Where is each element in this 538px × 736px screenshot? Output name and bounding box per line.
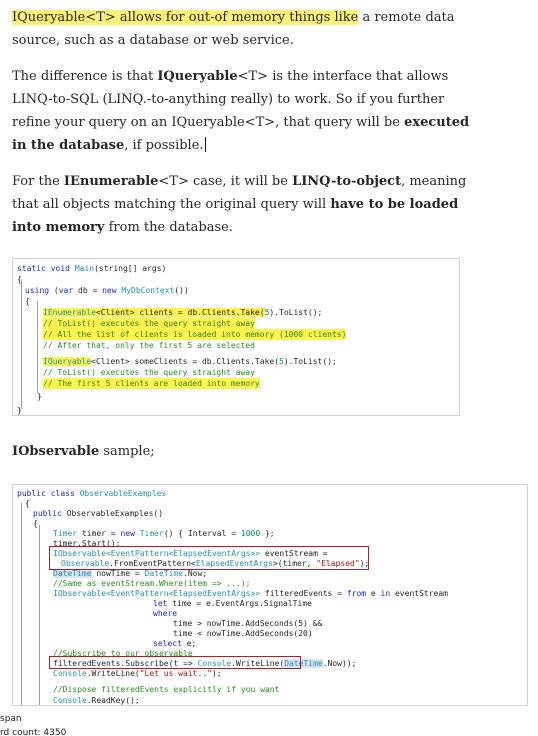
code-screenshot-iobservable: public class ObservableExamples { public… bbox=[12, 484, 528, 706]
status-line: span bbox=[0, 714, 22, 724]
paragraph-text: The difference is that bbox=[12, 69, 158, 84]
code-screenshot-ienumerable: static void Main(string[] args) { using … bbox=[12, 258, 460, 416]
paragraph-text: from the database. bbox=[104, 220, 233, 235]
code-comment: // ToList() executes the query straight … bbox=[43, 318, 255, 329]
code-line: } bbox=[37, 392, 42, 401]
bold-text: LINQ-to-object bbox=[292, 174, 402, 189]
text-cursor bbox=[204, 137, 206, 152]
code-comment: //Dispose filteredEvents explicitly if y… bbox=[53, 685, 280, 694]
answer-body: IQueryable<T> allows for out-of memory t… bbox=[12, 6, 482, 252]
code-line: { bbox=[33, 519, 38, 528]
code-line: } bbox=[17, 406, 22, 415]
code-line: { bbox=[17, 275, 22, 284]
code-comment: // After that, only the first 5 are sele… bbox=[43, 341, 255, 350]
paragraph-text: sample; bbox=[99, 444, 155, 459]
code-comment: // All the list of clients is loaded int… bbox=[43, 329, 347, 340]
paragraph-text: <T> case, it will be bbox=[158, 174, 293, 189]
answer-paragraph-1: IQueryable<T> allows for out-of memory t… bbox=[12, 6, 482, 52]
answer-paragraph-2: The difference is that IQueryable<T> is … bbox=[12, 65, 482, 157]
bold-text: IQueryable bbox=[157, 69, 238, 84]
paragraph-text: For the bbox=[12, 174, 64, 189]
code-line: { bbox=[25, 297, 30, 306]
status-overlay: span rd count: 4350 bbox=[0, 710, 538, 736]
observable-heading: IObservable sample; bbox=[12, 442, 155, 462]
code-line: public class ObservableExamples bbox=[17, 489, 167, 498]
code-line: Console.ReadKey(); bbox=[53, 696, 140, 705]
highlighted-text: IQueryable<T> allows for out-of memory t… bbox=[12, 10, 359, 25]
code-line: using (var db = new MyDbContext()) bbox=[25, 286, 189, 295]
bold-text: IObservable bbox=[12, 444, 100, 459]
code-comment: // ToList() executes the query straight … bbox=[43, 368, 255, 377]
word-count: rd count: 4350 bbox=[0, 728, 67, 736]
code-line: IEnumerable<Client> clients = db.Clients… bbox=[43, 308, 323, 317]
code-line: Console.WriteLine("Let us wait.."); bbox=[53, 669, 222, 678]
code-line: static void Main(string[] args) bbox=[17, 264, 167, 273]
code-line: public ObservableExamples() bbox=[33, 509, 164, 518]
annotation-box-subscribe bbox=[49, 656, 301, 669]
code-line: IQueryable<Client> someClients = db.Clie… bbox=[43, 357, 337, 366]
paragraph-text: , if possible. bbox=[124, 138, 204, 153]
answer-paragraph-3: For the IEnumerable<T> case, it will be … bbox=[12, 170, 482, 239]
code-line: { bbox=[25, 499, 30, 508]
code-comment: // The first 5 clients are loaded into m… bbox=[43, 378, 260, 389]
annotation-box-event-stream bbox=[49, 546, 369, 570]
bold-text: IEnumerable bbox=[63, 174, 159, 189]
